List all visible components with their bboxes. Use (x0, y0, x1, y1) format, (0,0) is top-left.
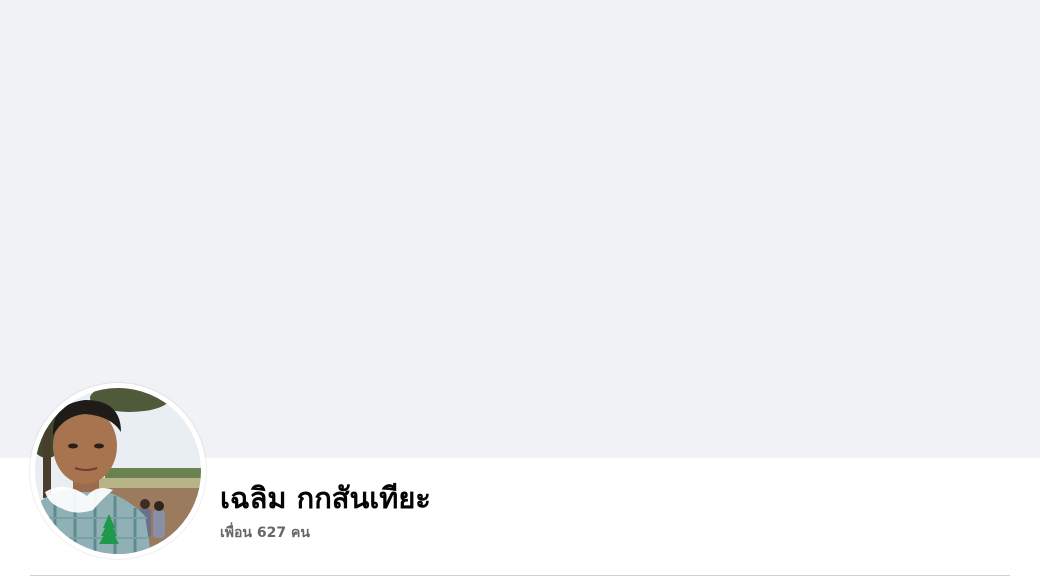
cover-photo-area[interactable] (0, 0, 1040, 458)
header-divider (30, 575, 1010, 576)
profile-name: เฉลิม กกสันเทียะ (220, 481, 431, 515)
profile-picture[interactable] (35, 388, 201, 554)
friends-count-link[interactable]: เพื่อน 627 คน (220, 523, 310, 543)
profile-photo-illustration (35, 388, 201, 554)
profile-page: เฉลิม กกสันเทียะ เพื่อน 627 คน (0, 0, 1040, 582)
